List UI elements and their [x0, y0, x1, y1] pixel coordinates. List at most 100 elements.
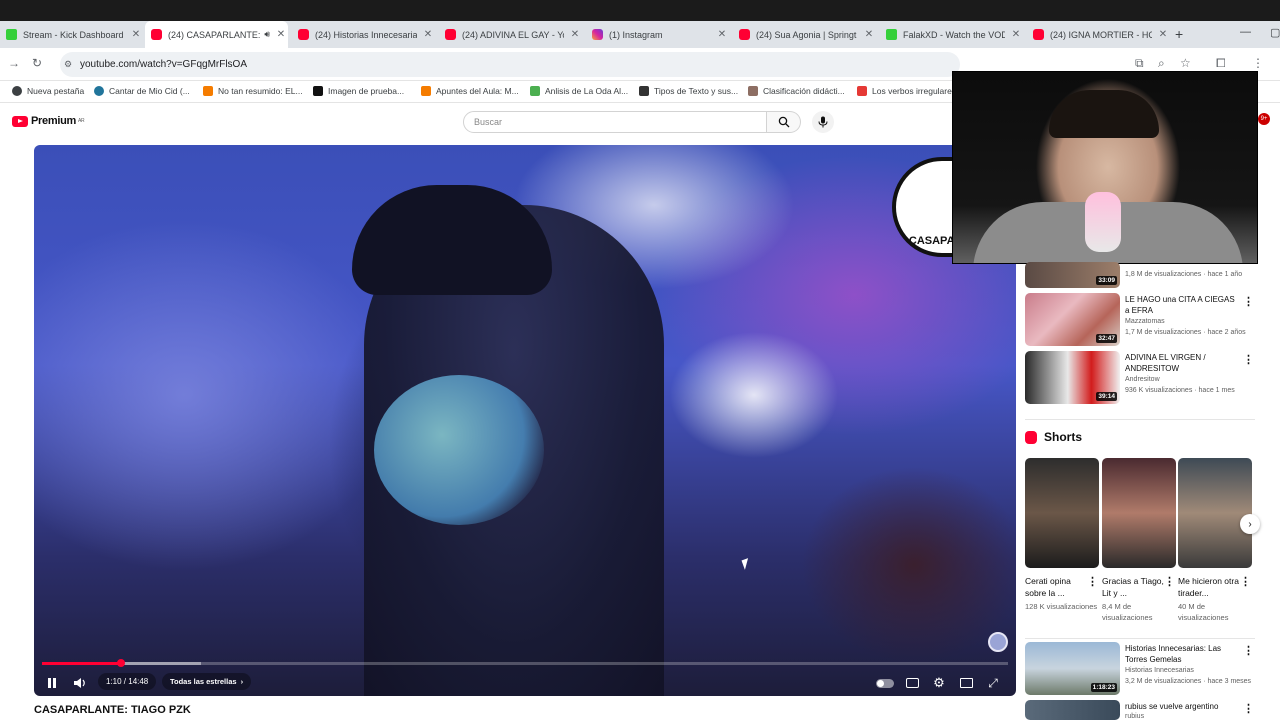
- tab-sua-agonia[interactable]: (24) Sua Agonia | Springt ✕: [733, 21, 876, 48]
- close-icon[interactable]: ✕: [421, 29, 435, 40]
- more-options-icon[interactable]: ⋮: [1243, 295, 1254, 308]
- video-meta: 936 K visualizaciones · hace 1 mes: [1125, 387, 1235, 394]
- channel-name[interactable]: Andresitow: [1125, 376, 1160, 383]
- speaker-icon[interactable]: 🔊︎: [264, 29, 270, 40]
- tab-adivina[interactable]: (24) ADIVINA EL GAY - Yo ✕: [439, 21, 582, 48]
- tab-casaparlante[interactable]: (24) CASAPARLANTE: 🔊︎ ✕: [145, 21, 288, 48]
- search-button[interactable]: [767, 111, 801, 133]
- tab-historias[interactable]: (24) Historias Innecesarias ✕: [292, 21, 435, 48]
- tab-title: (24) Historias Innecesarias: [315, 29, 417, 40]
- more-options-icon[interactable]: ⋮: [1087, 575, 1098, 588]
- video-title[interactable]: Historias Innecesarias: Las Torres Gemel…: [1125, 644, 1241, 665]
- list-item[interactable]: 32:47 LE HAGO una CITA A CIEGAS a EFRA M…: [1025, 293, 1255, 349]
- webcam-microphone: [1085, 192, 1121, 252]
- bookmark-star-icon[interactable]: ☆: [1180, 56, 1191, 70]
- video-thumbnail[interactable]: 1:18:23: [1025, 642, 1120, 695]
- bookmark-item[interactable]: Apuntes del Aula: M...: [421, 86, 519, 96]
- video-title[interactable]: LE HAGO una CITA A CIEGAS a EFRA: [1125, 295, 1241, 316]
- bookmark-item[interactable]: Clasificación didácti...: [748, 86, 845, 96]
- list-item[interactable]: rubius se vuelve argentino rubius ⋮: [1025, 700, 1255, 720]
- list-item[interactable]: 33:09 1,8 M de visualizaciones · hace 1 …: [1025, 262, 1255, 290]
- fullscreen-button[interactable]: ⤢: [983, 673, 1003, 693]
- close-icon[interactable]: ✕: [1009, 29, 1023, 40]
- channel-avatar-overlay[interactable]: [988, 632, 1008, 652]
- menu-icon[interactable]: ⋮: [1252, 56, 1264, 70]
- more-options-icon[interactable]: ⋮: [1243, 702, 1254, 715]
- scrubber-knob[interactable]: [117, 659, 126, 667]
- short-item[interactable]: Gracias a Tiago, Lit y ... ⋮ 8,4 M de vi…: [1102, 458, 1176, 628]
- short-item[interactable]: Cerati opina sobre la ... ⋮ 128 K visual…: [1025, 458, 1099, 628]
- extensions-icon[interactable]: ⧠: [1216, 56, 1226, 71]
- channel-name[interactable]: rubius: [1125, 713, 1144, 720]
- short-title[interactable]: Cerati opina sobre la ...: [1025, 575, 1087, 599]
- short-item[interactable]: Me hicieron otra tirader... ⋮ 40 M de vi…: [1178, 458, 1252, 628]
- short-title[interactable]: Gracias a Tiago, Lit y ...: [1102, 575, 1164, 599]
- video-title[interactable]: ADIVINA EL VIRGEN / ANDRESITOW: [1125, 353, 1241, 374]
- forward-icon[interactable]: →: [8, 56, 20, 70]
- video-player[interactable]: CASAPARLANTE 1:10 / 14:48 Todas las estr…: [34, 145, 1016, 696]
- bookmark-item[interactable]: Tipos de Texto y sus...: [639, 86, 738, 96]
- short-thumbnail[interactable]: [1102, 458, 1176, 568]
- tab-title: Stream - Kick Dashboard: [23, 29, 124, 40]
- maximize-button[interactable]: ▢: [1270, 26, 1280, 39]
- short-thumbnail[interactable]: [1025, 458, 1099, 568]
- zoom-icon[interactable]: ⌕: [1158, 56, 1165, 71]
- bookmark-item[interactable]: Imagen de prueba...: [313, 86, 404, 96]
- video-thumbnail[interactable]: 39:14: [1025, 351, 1120, 404]
- notification-badge[interactable]: 9+: [1258, 113, 1270, 125]
- shorts-next-button[interactable]: ›: [1240, 514, 1260, 534]
- tab-kick-dashboard[interactable]: Stream - Kick Dashboard ✕: [0, 21, 143, 48]
- youtube-premium-logo[interactable]: Premium AR: [12, 115, 85, 127]
- site-info-icon[interactable]: ⚙: [64, 59, 72, 70]
- subtitles-button[interactable]: [902, 673, 922, 693]
- video-thumbnail[interactable]: 32:47: [1025, 293, 1120, 346]
- close-icon[interactable]: ✕: [274, 29, 288, 40]
- chevron-right-icon: ›: [240, 677, 244, 686]
- more-options-icon[interactable]: ⋮: [1240, 575, 1251, 588]
- pause-button[interactable]: [42, 673, 62, 693]
- miniplayer-button[interactable]: [956, 673, 976, 693]
- volume-button[interactable]: [70, 673, 90, 693]
- reload-icon[interactable]: ↻: [32, 56, 42, 70]
- progress-bar[interactable]: [42, 659, 1008, 667]
- search-input[interactable]: Buscar: [463, 111, 767, 133]
- video-thumbnail[interactable]: 33:09: [1025, 262, 1120, 288]
- video-title[interactable]: rubius se vuelve argentino: [1125, 702, 1241, 713]
- close-icon[interactable]: ✕: [1156, 29, 1170, 40]
- url-field[interactable]: ⚙ youtube.com/watch?v=GFqgMrFlsOA: [60, 52, 960, 77]
- bookmark-item[interactable]: Nueva pestaña: [12, 86, 84, 96]
- bookmark-item[interactable]: Los verbos irregulares: [857, 86, 956, 96]
- more-options-icon[interactable]: ⋮: [1243, 644, 1254, 657]
- autoplay-toggle[interactable]: [874, 673, 896, 693]
- short-thumbnail[interactable]: [1178, 458, 1252, 568]
- bookmark-item[interactable]: No tan resumido: EL...: [203, 86, 303, 96]
- voice-search-button[interactable]: [812, 111, 834, 133]
- list-item[interactable]: 39:14 ADIVINA EL VIRGEN / ANDRESITOW And…: [1025, 351, 1255, 407]
- tab-igna-mortier[interactable]: (24) IGNA MORTIER - HC ✕: [1027, 21, 1170, 48]
- channel-name[interactable]: Mazzatomas: [1125, 318, 1165, 325]
- list-icon: [857, 86, 867, 96]
- more-options-icon[interactable]: ⋮: [1164, 575, 1175, 588]
- minimize-button[interactable]: —: [1240, 26, 1251, 38]
- tab-falakxd[interactable]: FalakXD - Watch the VOD ✕: [880, 21, 1023, 48]
- close-icon[interactable]: ✕: [715, 29, 729, 40]
- list-item[interactable]: 1:18:23 Historias Innecesarias: Las Torr…: [1025, 642, 1255, 698]
- kick-icon: [6, 29, 17, 40]
- bookmark-item[interactable]: Anlisis de La Oda Al...: [530, 86, 628, 96]
- bookmark-item[interactable]: Cantar de Mio Cid (...: [94, 86, 190, 96]
- close-icon[interactable]: ✕: [862, 29, 876, 40]
- close-icon[interactable]: ✕: [568, 29, 582, 40]
- p-logo-icon: [639, 86, 649, 96]
- settings-button[interactable]: ⚙: [929, 673, 949, 693]
- close-icon[interactable]: ✕: [129, 29, 143, 40]
- new-tab-button[interactable]: +: [1175, 26, 1183, 42]
- video-thumbnail[interactable]: [1025, 700, 1120, 720]
- channel-name[interactable]: Historias Innecesarias: [1125, 667, 1194, 674]
- cast-icon[interactable]: ⧉: [1135, 56, 1144, 71]
- more-options-icon[interactable]: ⋮: [1243, 353, 1254, 366]
- tab-instagram[interactable]: (1) Instagram ✕: [586, 21, 729, 48]
- video-frame-cap: [352, 185, 552, 295]
- chapter-button[interactable]: Todas las estrellas ›: [162, 673, 252, 690]
- short-title[interactable]: Me hicieron otra tirader...: [1178, 575, 1240, 599]
- kick-icon: [886, 29, 897, 40]
